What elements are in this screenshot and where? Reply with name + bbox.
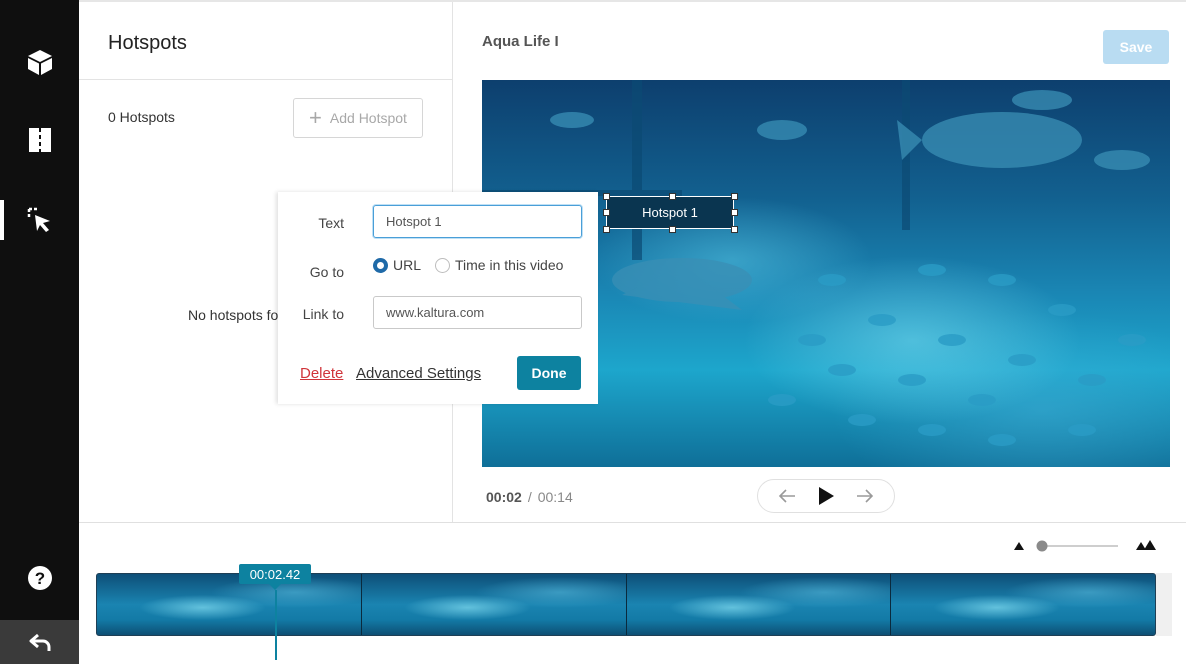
svg-text:?: ? [34, 569, 44, 588]
rail-item-chapters[interactable] [0, 110, 79, 170]
time-separator: / [527, 489, 532, 505]
time-display: 00:02 / 00:14 [486, 489, 573, 505]
playhead-line[interactable] [275, 590, 277, 660]
divider [79, 79, 453, 80]
undo-arrow-icon [29, 633, 50, 651]
play-icon [818, 487, 834, 505]
hotspot-text-input[interactable]: Hotspot 1 [373, 205, 582, 238]
timeline-thumbnail [626, 574, 892, 635]
zoom-slider-thumb [1036, 540, 1048, 552]
radio-time-label: Time in this video [455, 257, 564, 273]
hotspot-label: Hotspot 1 [642, 205, 698, 220]
goto-label: Go to [309, 264, 344, 280]
rail-item-media[interactable] [0, 32, 79, 92]
hotspot-text-value: Hotspot 1 [386, 214, 442, 229]
film-strip-icon [28, 128, 51, 152]
radio-checked-icon [373, 257, 388, 273]
timeline-thumbnail [97, 574, 362, 635]
timeline-thumbnail [361, 574, 627, 635]
current-time: 00:02 [486, 489, 522, 505]
arrow-left-icon [779, 489, 796, 503]
zoom-control[interactable] [1012, 538, 1158, 554]
playhead-time-badge[interactable]: 00:02.42 [239, 564, 311, 590]
zoom-in-icon [1136, 542, 1146, 550]
empty-message: No hotspots fo [188, 307, 279, 323]
playhead-time: 00:02.42 [249, 566, 301, 582]
resize-handle-bottom-left[interactable] [603, 226, 610, 233]
radio-url-label: URL [393, 257, 422, 273]
help-button[interactable]: ? [0, 548, 79, 608]
link-label: Link to [302, 306, 344, 322]
link-url-input[interactable]: www.kaltura.com [373, 296, 582, 329]
save-button[interactable]: Save [1103, 30, 1169, 64]
arrow-right-icon [856, 489, 873, 503]
cube-icon [27, 50, 52, 75]
delete-link[interactable]: Delete [300, 365, 343, 382]
advanced-settings-link[interactable]: Advanced Settings [356, 365, 481, 382]
resize-handle-top-right[interactable] [731, 193, 738, 200]
rail-item-hotspots[interactable] [0, 190, 79, 250]
text-label: Text [318, 215, 344, 231]
cursor-select-icon [27, 207, 50, 232]
radio-url[interactable]: URL [373, 257, 421, 273]
link-url-value: www.kaltura.com [386, 305, 485, 320]
radio-time-in-video[interactable]: Time in this video [435, 257, 563, 273]
step-back-button[interactable] [775, 484, 799, 508]
add-hotspot-button[interactable]: + Add Hotspot [293, 98, 423, 138]
resize-handle-bottom[interactable] [669, 226, 676, 233]
hotspots-editor: ? Hotspots 0 Hotspots + Add Hotspot No h… [0, 0, 1186, 664]
resize-handle-left[interactable] [603, 209, 610, 216]
plus-icon: + [309, 105, 322, 130]
resize-handle-top-left[interactable] [603, 193, 610, 200]
resize-handle-bottom-right[interactable] [731, 226, 738, 233]
hotspot-count: 0 Hotspots [108, 109, 175, 125]
timeline-end-pad [1156, 573, 1172, 636]
timeline-divider [79, 522, 1186, 523]
play-button[interactable] [814, 484, 838, 508]
done-button[interactable]: Done [517, 356, 581, 390]
radio-unchecked-icon [435, 257, 450, 273]
resize-handle-right[interactable] [731, 209, 738, 216]
playback-controls [757, 479, 895, 513]
duration: 00:14 [537, 489, 573, 505]
resize-handle-top[interactable] [669, 193, 676, 200]
timeline-thumbnail [891, 574, 1155, 635]
zoom-out-icon [1014, 542, 1024, 550]
hotspot-edit-popup: Text Hotspot 1 Go to URL Time in this vi… [278, 192, 598, 404]
hotspot-overlay[interactable]: Hotspot 1 [606, 196, 734, 229]
back-button[interactable] [0, 620, 79, 664]
help-icon: ? [27, 566, 52, 590]
page-title: Hotspots [108, 32, 187, 54]
left-rail: ? [0, 0, 79, 664]
video-title: Aqua Life I [482, 33, 559, 50]
step-forward-button[interactable] [853, 484, 877, 508]
add-hotspot-label: Add Hotspot [329, 110, 407, 126]
